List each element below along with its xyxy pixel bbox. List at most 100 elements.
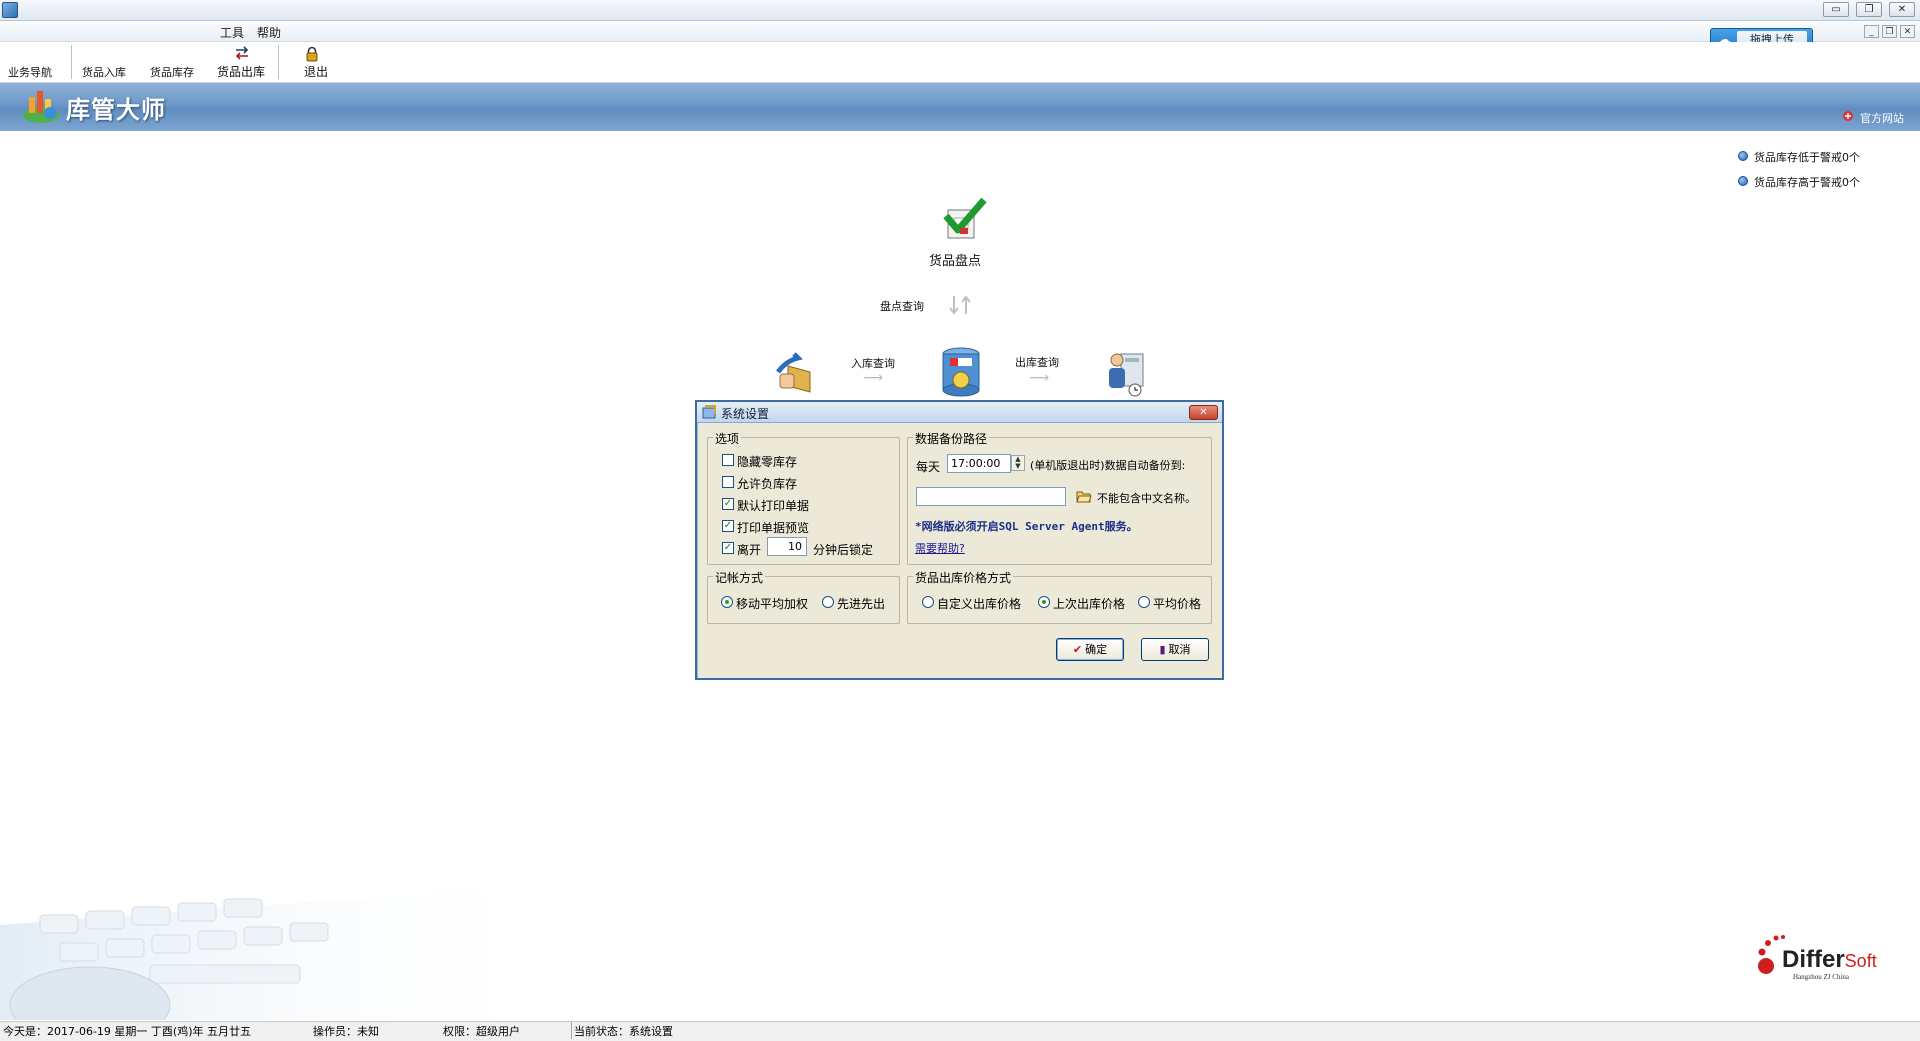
average-price-label[interactable]: 平均价格 <box>1153 595 1201 612</box>
alert-low-icon <box>1738 151 1748 161</box>
auto-lock-label[interactable]: 离开 <box>737 541 761 558</box>
maximize-button[interactable]: ❐ <box>1856 2 1882 17</box>
lock-minutes-suffix: 分钟后锁定 <box>813 543 874 557</box>
accounting-legend: 记帐方式 <box>713 569 766 586</box>
last-price-label[interactable]: 上次出库价格 <box>1053 595 1125 612</box>
status-operator: 操作员：未知 <box>313 1025 379 1038</box>
app-logo-icon <box>23 91 59 123</box>
print-preview-checkbox[interactable]: ✓ <box>722 520 734 532</box>
cancel-button[interactable]: ▮ 取消 <box>1141 638 1209 661</box>
minimize-button[interactable]: ▭ <box>1823 2 1849 17</box>
alert-stock-high[interactable]: 货品库存高于警戒0个 <box>1754 174 1860 190</box>
toolbar-outbound-button[interactable]: 货品出库 <box>214 44 270 80</box>
ok-button-label: 确定 <box>1085 643 1108 656</box>
stocktake-query-link[interactable]: 盘点查询 <box>880 298 924 314</box>
toolbar-inventory-label: 货品库存 <box>150 66 194 79</box>
backup-time-input[interactable]: 17:00:00 <box>947 454 1011 473</box>
backup-auto-note: (单机版退出时)数据自动备份到: <box>1030 459 1186 472</box>
alert-high-icon <box>1738 176 1748 186</box>
cancel-button-label: 取消 <box>1168 643 1191 656</box>
outbound-icon[interactable] <box>1103 348 1151 398</box>
lock-minutes-input[interactable]: 10 <box>767 537 807 556</box>
status-separator <box>571 1022 572 1039</box>
toolbar-nav-label: 业务导航 <box>8 66 52 79</box>
default-print-checkbox[interactable]: ✓ <box>722 498 734 510</box>
allow-negative-stock-checkbox[interactable] <box>722 476 734 488</box>
inbound-query-link[interactable]: 入库查询 <box>851 355 895 371</box>
outbound-query-link[interactable]: 出库查询 <box>1015 354 1059 370</box>
backup-time-spinner[interactable]: ▲ ▼ <box>1011 455 1025 471</box>
menu-help[interactable]: 帮助 <box>257 24 281 41</box>
window-titlebar <box>0 0 1920 21</box>
mdi-minimize-button[interactable]: _ <box>1864 25 1879 38</box>
website-icon <box>1842 110 1854 122</box>
status-state: 当前状态：系统设置 <box>574 1025 673 1038</box>
inventory-database-icon[interactable] <box>938 346 984 398</box>
print-preview-label[interactable]: 打印单据预览 <box>737 519 809 536</box>
fifo-label[interactable]: 先进先出 <box>837 595 885 612</box>
sql-agent-note: *网络版必须开启SQL Server Agent服务。 <box>915 520 1138 533</box>
toolbar <box>0 42 1920 83</box>
lock-icon <box>306 46 318 62</box>
system-settings-dialog: 系统设置 ✕ 选项 隐藏零库存 允许负库存 ✓ 默认打印单据 ✓ 打印单据预览 … <box>695 400 1224 680</box>
moving-average-label[interactable]: 移动平均加权 <box>736 595 808 612</box>
up-down-arrows-icon <box>949 295 971 315</box>
status-date: 今天是：2017-06-19 星期一 丁酉(鸡)年 五月廿五 <box>3 1025 251 1038</box>
right-arrow-icon: ⟶ <box>863 370 884 386</box>
folder-open-icon[interactable] <box>1076 490 1092 503</box>
mdi-close-button[interactable]: ✕ <box>1900 25 1915 38</box>
default-print-label[interactable]: 默认打印单据 <box>737 497 809 514</box>
last-price-radio[interactable] <box>1038 596 1050 608</box>
custom-price-label[interactable]: 自定义出库价格 <box>937 595 1021 612</box>
toolbar-exit-button[interactable]: 退出 <box>292 44 332 80</box>
toolbar-separator <box>71 45 72 79</box>
mdi-restore-button[interactable]: ❐ <box>1882 25 1897 38</box>
inbound-icon[interactable] <box>770 352 820 398</box>
auto-lock-checkbox[interactable]: ✓ <box>722 542 734 554</box>
fifo-radio[interactable] <box>822 596 834 608</box>
backup-legend: 数据备份路径 <box>913 430 990 447</box>
toolbar-inbound-button[interactable]: 货品入库 <box>78 50 140 80</box>
hide-zero-stock-label[interactable]: 隐藏零库存 <box>737 453 797 470</box>
brand-name-main: Differ <box>1782 946 1845 973</box>
keyboard-phone-illustration <box>0 885 560 1020</box>
custom-price-radio[interactable] <box>922 596 934 608</box>
backup-daily-label: 每天 <box>916 460 941 474</box>
status-role: 权限：超级用户 <box>443 1025 520 1038</box>
settings-icon <box>702 405 716 419</box>
menu-bar <box>0 21 1920 42</box>
brand-name-suffix: Soft <box>1844 951 1877 971</box>
toolbar-inventory-button[interactable]: 货品库存 <box>146 50 208 80</box>
stocktake-label[interactable]: 货品盘点 <box>929 250 981 269</box>
backup-path-hint: 不能包含中文名称。 <box>1097 492 1196 505</box>
help-link[interactable]: 需要帮助? <box>915 540 965 556</box>
menu-tools[interactable]: 工具 <box>220 24 244 41</box>
toolbar-inbound-label: 货品入库 <box>82 66 126 79</box>
hide-zero-stock-checkbox[interactable] <box>722 454 734 466</box>
header-band <box>0 83 1920 131</box>
toolbar-nav-button[interactable]: 业务导航 <box>4 50 62 80</box>
dialog-close-button[interactable]: ✕ <box>1189 405 1218 420</box>
options-legend: 选项 <box>713 430 742 447</box>
transfer-arrows-icon <box>235 46 249 60</box>
allow-negative-stock-label[interactable]: 允许负库存 <box>737 475 797 492</box>
price-legend: 货品出库价格方式 <box>913 569 1014 586</box>
alert-stock-low[interactable]: 货品库存低于警戒0个 <box>1754 149 1860 165</box>
average-price-radio[interactable] <box>1138 596 1150 608</box>
website-link[interactable]: 官方网站 <box>1860 110 1904 126</box>
toolbar-separator <box>278 45 279 79</box>
door-exit-icon: ▮ <box>1159 643 1166 656</box>
ok-button[interactable]: ✔ 确定 <box>1056 638 1124 661</box>
toolbar-exit-label: 退出 <box>304 65 329 79</box>
backup-path-input[interactable] <box>916 487 1066 506</box>
dialog-titlebar[interactable] <box>697 402 1222 423</box>
brand-subtitle: Hangzhou ZJ China <box>1793 973 1849 981</box>
right-arrow-icon: ⟶ <box>1029 370 1050 386</box>
brand-name: DifferSoft <box>1782 946 1877 974</box>
status-bar <box>0 1021 1920 1041</box>
close-button[interactable]: ✕ <box>1889 2 1915 17</box>
app-icon <box>2 2 18 18</box>
stocktake-icon[interactable] <box>940 196 988 242</box>
dialog-title: 系统设置 <box>721 407 770 421</box>
moving-average-radio[interactable] <box>721 596 733 608</box>
